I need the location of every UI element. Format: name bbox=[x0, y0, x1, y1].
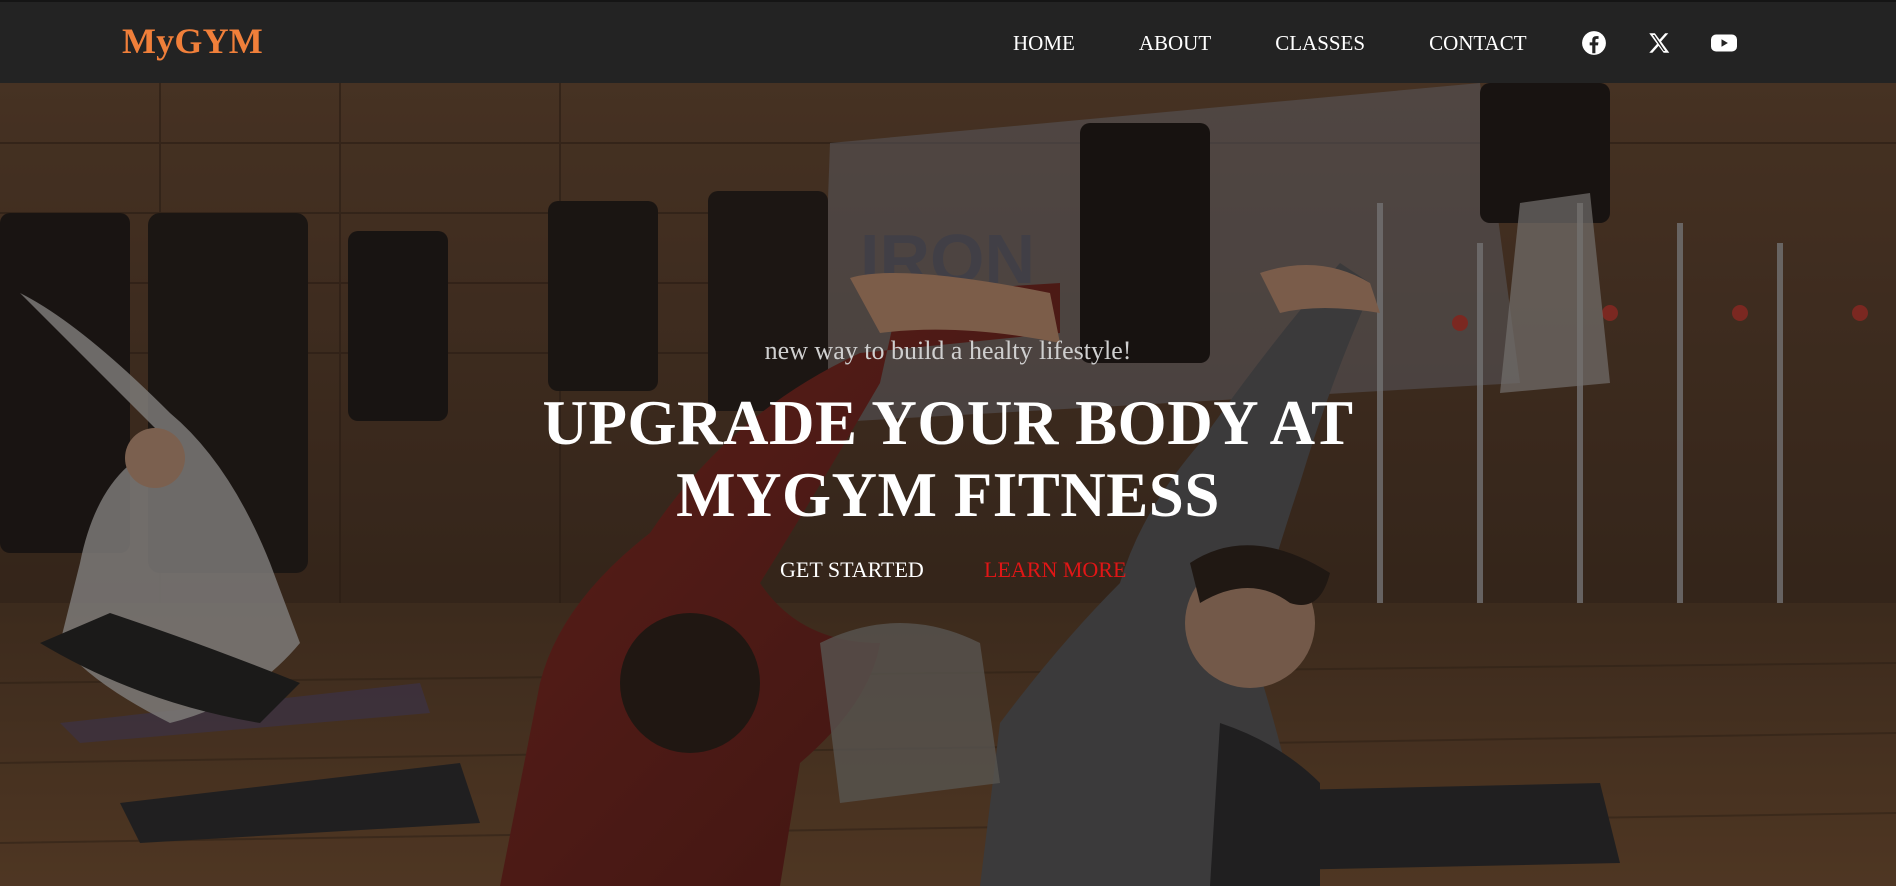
x-twitter-icon[interactable] bbox=[1646, 30, 1672, 56]
youtube-icon[interactable] bbox=[1710, 30, 1738, 56]
hero-headline-line1: UPGRADE YOUR BODY AT bbox=[542, 388, 1354, 458]
hero-headline: UPGRADE YOUR BODY AT MYGYM FITNESS bbox=[448, 387, 1448, 531]
top-navbar: MyGYM HOME ABOUT CLASSES CONTACT bbox=[0, 0, 1896, 83]
hero-section: IRON new way to build a healty lifestyle… bbox=[0, 83, 1896, 886]
nav-link-about[interactable]: ABOUT bbox=[1139, 31, 1211, 56]
hero-tagline: new way to build a healty lifestyle! bbox=[764, 336, 1132, 365]
nav-link-classes[interactable]: CLASSES bbox=[1275, 31, 1365, 56]
facebook-icon[interactable] bbox=[1581, 30, 1607, 56]
hero-headline-line2: MYGYM FITNESS bbox=[676, 460, 1220, 530]
learn-more-button[interactable]: LEARN MORE bbox=[984, 557, 1126, 583]
brand-logo[interactable]: MyGYM bbox=[122, 20, 263, 62]
nav-link-contact[interactable]: CONTACT bbox=[1429, 31, 1526, 56]
nav-link-home[interactable]: HOME bbox=[1013, 31, 1075, 56]
get-started-button[interactable]: GET STARTED bbox=[780, 557, 924, 583]
hero-content: new way to build a healty lifestyle! UPG… bbox=[0, 83, 1896, 886]
main-nav: HOME ABOUT CLASSES CONTACT bbox=[1013, 31, 1527, 56]
